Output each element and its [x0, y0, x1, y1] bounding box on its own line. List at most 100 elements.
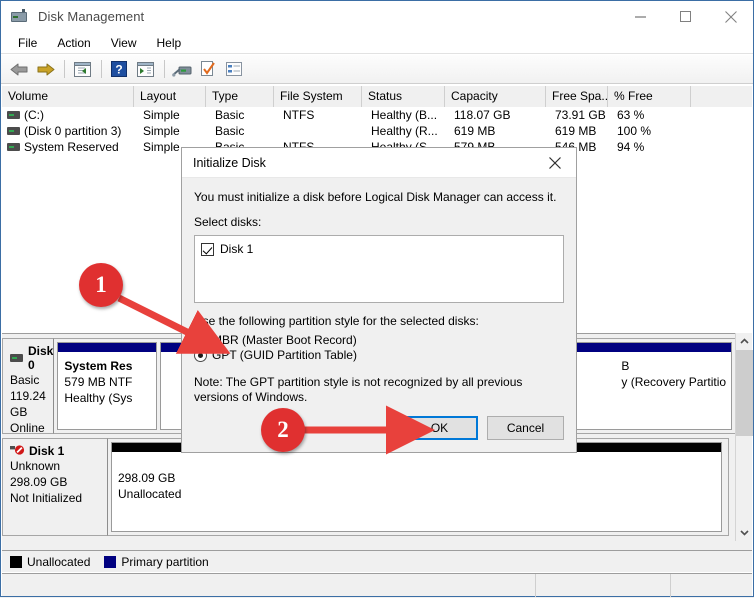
disk-size-0: 119.24 GB	[10, 389, 46, 419]
unknown-disk-error-icon	[10, 445, 26, 457]
partition-status: Healthy (Sys	[64, 391, 133, 405]
legend: Unallocated Primary partition	[2, 550, 752, 572]
volume-icon	[7, 111, 20, 119]
column-header-free-space[interactable]: Free Spa...	[546, 86, 608, 107]
column-header-type[interactable]: Type	[206, 86, 274, 107]
disk-type-0: Basic	[10, 373, 40, 387]
volume-list-header: Volume Layout Type File System Status Ca…	[2, 86, 752, 107]
status-bar	[2, 573, 752, 597]
back-icon[interactable]	[7, 58, 31, 81]
column-header-layout[interactable]: Layout	[134, 86, 206, 107]
cell-status: Healthy (R...	[371, 124, 438, 138]
menu-file[interactable]: File	[8, 34, 47, 52]
disk-size-1: 298.09 GB	[10, 475, 68, 489]
disk-management-icon	[11, 8, 29, 25]
menu-help[interactable]: Help	[147, 34, 192, 52]
cell-type: Basic	[215, 124, 245, 138]
radio-mbr[interactable]	[194, 333, 207, 347]
gpt-radio-option[interactable]: GPT (GUID Partition Table)	[194, 348, 564, 362]
legend-label-unallocated: Unallocated	[27, 554, 91, 569]
scroll-down-button[interactable]	[736, 524, 753, 541]
disk-state-1: Not Initialized	[10, 491, 83, 505]
radio-gpt-label: GPT (GUID Partition Table)	[212, 348, 357, 362]
show-hide-console-tree-icon[interactable]	[70, 58, 94, 81]
cell-percent-free: 100 %	[617, 124, 652, 138]
scrollbar-thumb[interactable]	[736, 350, 753, 436]
dialog-description: You must initialize a disk before Logica…	[194, 190, 557, 204]
partition-size-fs: 298.09 GB	[118, 471, 176, 485]
toolbar-divider	[64, 60, 65, 78]
window-controls	[618, 1, 753, 32]
forward-icon[interactable]	[33, 58, 57, 81]
mbr-radio-option[interactable]: MBR (Master Boot Record)	[194, 333, 564, 347]
cell-file-system: NTFS	[283, 108, 315, 122]
disk-info-0[interactable]: Disk 0 Basic 119.24 GB Online	[2, 338, 55, 435]
cell-free-space: 73.91 GB	[555, 108, 606, 122]
status-cell-1	[2, 574, 536, 597]
gpt-note: Note: The GPT partition style is not rec…	[194, 375, 523, 404]
close-icon[interactable]	[534, 148, 576, 178]
disk-checkbox-label: Disk 1	[220, 242, 254, 256]
minimize-button[interactable]	[618, 1, 663, 32]
cell-percent-free: 63 %	[617, 108, 645, 122]
dialog-buttons: OK Cancel	[401, 416, 564, 440]
close-button[interactable]	[708, 1, 753, 32]
cell-volume: (C:)	[24, 108, 44, 122]
title-bar: Disk Management	[1, 1, 753, 32]
column-header-status[interactable]: Status	[362, 86, 445, 107]
help-icon[interactable]: ?	[107, 58, 131, 81]
toolbar-divider	[101, 60, 102, 78]
checkbox-disk-1[interactable]	[201, 242, 214, 256]
disk-name-1: Disk 1	[10, 444, 107, 458]
cell-volume: (Disk 0 partition 3)	[24, 124, 122, 138]
menu-view[interactable]: View	[101, 34, 147, 52]
column-header-volume[interactable]: Volume	[2, 86, 134, 107]
disk-checkbox-row[interactable]: Disk 1	[201, 242, 253, 256]
table-row[interactable]: (Disk 0 partition 3) Simple Basic Health…	[2, 123, 752, 139]
partition-color-bar	[58, 343, 157, 352]
list-view-icon[interactable]	[222, 58, 246, 81]
initialize-disk-dialog: Initialize Disk You must initialize a di…	[181, 147, 577, 453]
cancel-button[interactable]: Cancel	[487, 416, 564, 440]
disk-state-0: Online	[10, 421, 45, 435]
properties-icon[interactable]	[196, 58, 220, 81]
partition-status: y (Recovery Partitio	[621, 375, 727, 389]
menu-bar: File Action View Help	[1, 32, 753, 54]
annotation-badge-2: 2	[261, 408, 305, 452]
partition-system-reserved[interactable]: System Res 579 MB NTF Healthy (Sys	[57, 342, 158, 430]
toolbar: ?	[1, 55, 753, 84]
table-row[interactable]: (C:) Simple Basic NTFS Healthy (B... 118…	[2, 107, 752, 123]
partition-size-fs: 579 MB NTF	[64, 375, 133, 389]
partition-size-fs: B	[621, 359, 630, 373]
show-hide-action-pane-icon[interactable]	[133, 58, 157, 81]
ok-button[interactable]: OK	[401, 416, 478, 440]
partition-unallocated[interactable]: 298.09 GB Unallocated	[111, 442, 722, 532]
scroll-up-button[interactable]	[736, 333, 753, 350]
disk-pane-scrollbar[interactable]	[735, 333, 753, 541]
disk-selection-list[interactable]: Disk 1	[194, 235, 564, 303]
legend-swatch-unallocated	[10, 555, 22, 568]
cell-capacity: 118.07 GB	[454, 108, 511, 122]
status-cell-2	[536, 574, 671, 597]
radio-gpt[interactable]	[194, 348, 207, 362]
cell-percent-free: 94 %	[617, 140, 645, 154]
column-header-capacity[interactable]: Capacity	[445, 86, 546, 107]
partition-style-label: Use the following partition style for th…	[194, 314, 479, 328]
column-header-percent-free[interactable]: % Free	[608, 86, 691, 107]
cell-free-space: 619 MB	[555, 124, 597, 138]
legend-swatch-primary-partition	[104, 555, 117, 568]
column-header-filler	[691, 86, 752, 107]
rescan-disks-icon[interactable]	[170, 58, 194, 81]
cell-capacity: 619 MB	[454, 124, 496, 138]
radio-mbr-label: MBR (Master Boot Record)	[212, 333, 357, 347]
maximize-button[interactable]	[663, 1, 708, 32]
menu-action[interactable]: Action	[47, 34, 100, 52]
legend-label-primary-partition: Primary partition	[121, 554, 209, 569]
cell-type: Basic	[215, 108, 245, 122]
disk-management-window: Disk Management File Action View Help ? …	[0, 0, 754, 597]
cell-layout: Simple	[143, 124, 180, 138]
dialog-title: Initialize Disk	[193, 155, 266, 170]
disk-info-1[interactable]: Disk 1 Unknown 298.09 GB Not Initialized	[2, 438, 108, 536]
column-header-file-system[interactable]: File System	[274, 86, 362, 107]
status-cell-3	[671, 574, 752, 597]
